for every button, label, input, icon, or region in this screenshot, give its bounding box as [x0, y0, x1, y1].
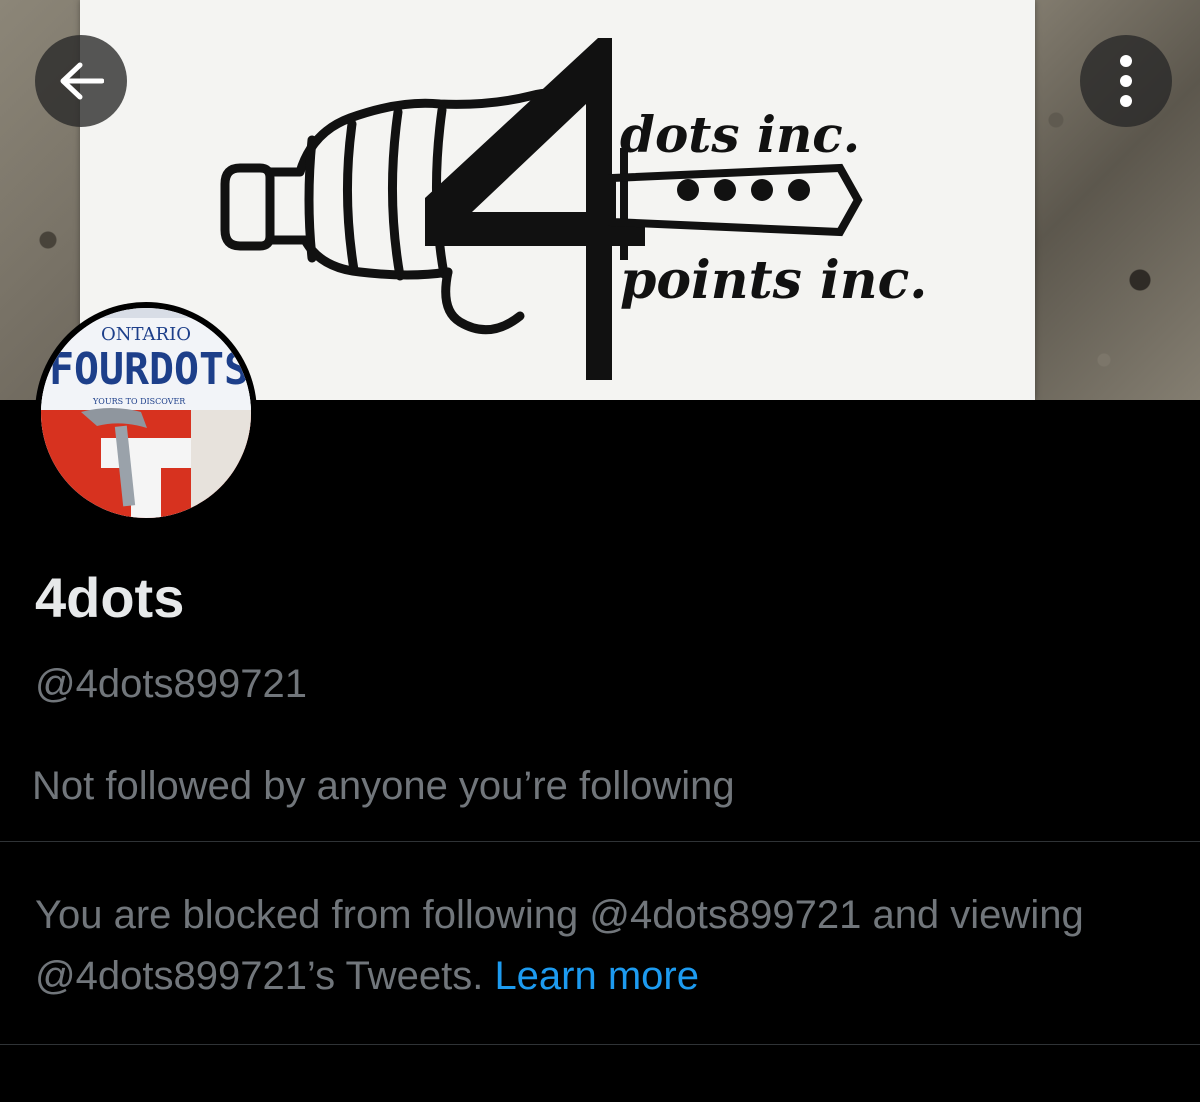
arrow-left-icon	[60, 62, 104, 100]
logo-text-top: dots inc.	[620, 105, 860, 164]
plate-number: FOURDOTS	[49, 344, 249, 395]
display-name: 4dots	[35, 566, 185, 629]
user-handle: @4dots899721	[35, 662, 307, 706]
logo-text-bottom: points inc.	[620, 250, 927, 311]
plate-slogan: YOURS TO DISCOVER	[92, 397, 186, 406]
more-vertical-icon	[1120, 55, 1132, 107]
back-button[interactable]	[35, 35, 127, 127]
blocked-notice: You are blocked from following @4dots899…	[35, 885, 1155, 1007]
learn-more-link[interactable]: Learn more	[494, 954, 699, 998]
plate-region: ONTARIO	[101, 324, 191, 345]
followers-you-know-note: Not followed by anyone you’re following	[32, 764, 735, 808]
divider	[0, 841, 1200, 842]
divider	[0, 1044, 1200, 1045]
more-options-button[interactable]	[1080, 35, 1172, 127]
avatar-image: ONTARIO FOURDOTS YOURS TO DISCOVER	[41, 308, 251, 518]
avatar[interactable]: ONTARIO FOURDOTS YOURS TO DISCOVER	[35, 302, 257, 524]
